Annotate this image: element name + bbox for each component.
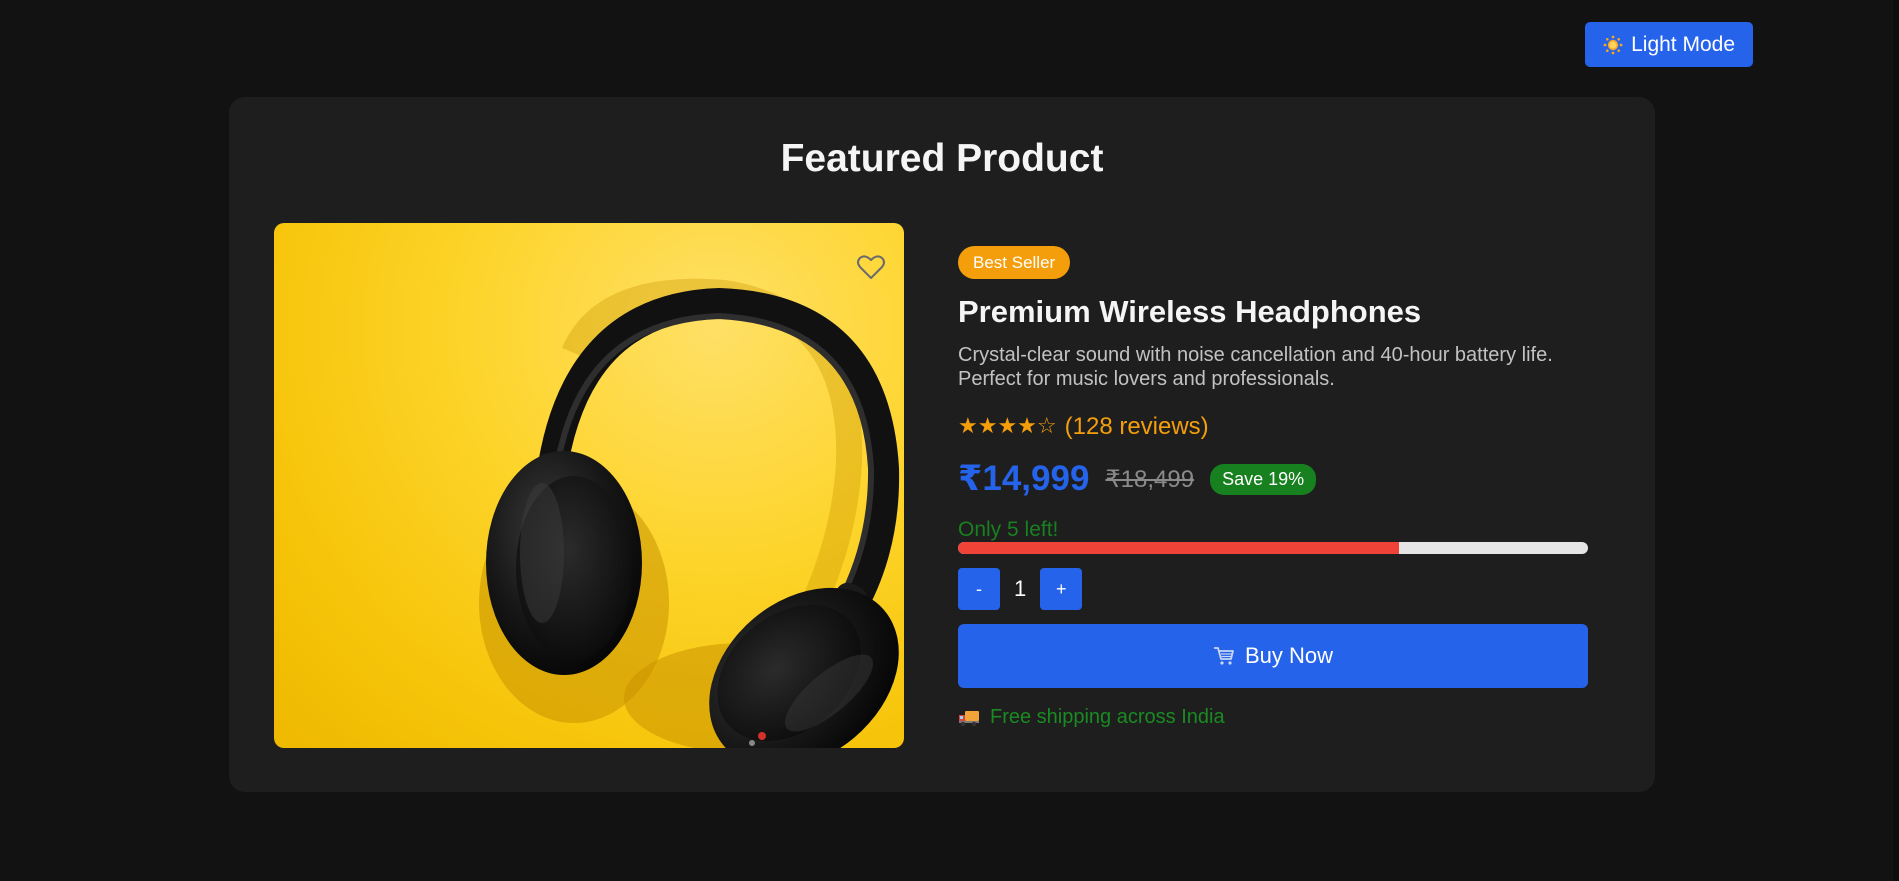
- original-price: ₹18,499: [1105, 465, 1195, 493]
- discount-badge: Save 19%: [1210, 463, 1317, 495]
- truck-icon: [959, 710, 979, 726]
- page-title: Featured Product: [780, 137, 1104, 180]
- featured-product-card: Featured Product Best Seller Premium Wir…: [229, 97, 1655, 792]
- review-count[interactable]: (128 reviews): [1065, 413, 1209, 441]
- buy-now-button[interactable]: Buy Now: [958, 624, 1588, 688]
- theme-toggle-label: Light Mode: [1631, 32, 1735, 56]
- sun-icon: [1603, 35, 1623, 54]
- stock-progress-bar: [958, 542, 1588, 554]
- description-line-2: Perfect for music lovers and professiona…: [958, 368, 1335, 390]
- product-image: [274, 223, 904, 748]
- increase-quantity-button[interactable]: +: [1040, 568, 1083, 610]
- price-row: ₹14,999 ₹18,499 Save 19%: [958, 459, 1588, 499]
- heart-icon[interactable]: [856, 253, 886, 281]
- stock-progress-fill: [958, 542, 1399, 554]
- product-info: Best Seller Premium Wireless Headphones …: [958, 246, 1588, 729]
- headphones-illustration: [479, 278, 900, 748]
- product-rating: ★★★★☆ (128 reviews): [958, 413, 1588, 441]
- decrease-quantity-button[interactable]: -: [958, 568, 1000, 610]
- best-seller-badge: Best Seller: [958, 246, 1071, 279]
- product-description: Crystal-clear sound with noise cancellat…: [958, 343, 1588, 391]
- product-name: Premium Wireless Headphones: [958, 294, 1422, 329]
- shipping-info: Free shipping across India: [958, 706, 1588, 729]
- rating-stars: ★★★★☆: [958, 414, 1057, 439]
- shipping-text: Free shipping across India: [990, 706, 1225, 728]
- page-scrollbar[interactable]: [1893, 0, 1899, 881]
- quantity-value: 1: [1014, 576, 1027, 601]
- current-price: ₹14,999: [958, 459, 1090, 498]
- quantity-stepper: - 1 +: [958, 568, 1588, 610]
- stock-status: Only 5 left!: [958, 518, 1059, 541]
- shopping-cart-icon: [1213, 647, 1234, 665]
- theme-toggle-button[interactable]: Light Mode: [1585, 22, 1753, 67]
- buy-now-label: Buy Now: [1244, 643, 1334, 668]
- description-line-1: Crystal-clear sound with noise cancellat…: [958, 344, 1553, 366]
